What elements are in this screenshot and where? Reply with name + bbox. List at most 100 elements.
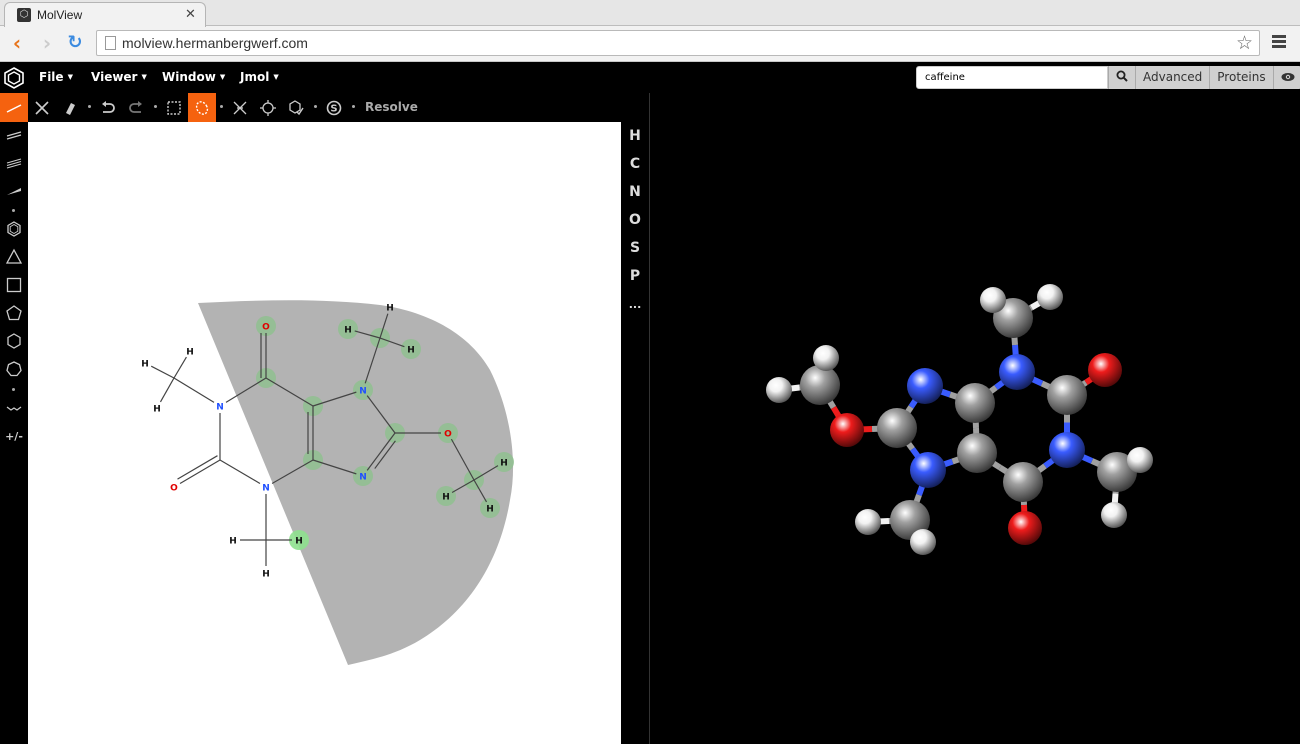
- address-bar[interactable]: molview.hermanbergwerf.com ☆: [96, 30, 1260, 56]
- triple-bond-icon: [6, 158, 22, 169]
- sketcher-toolbar: S Resolve: [0, 93, 650, 122]
- lasso-select-icon: [195, 100, 209, 115]
- svg-text:S: S: [330, 103, 337, 114]
- page-icon: [105, 36, 116, 50]
- eraser-button[interactable]: [56, 93, 84, 122]
- skeletal-formula-icon: S: [326, 100, 342, 115]
- redo-icon: [129, 100, 142, 113]
- element-n-button[interactable]: N: [621, 184, 649, 200]
- menu-jmol-label: Jmol: [240, 70, 270, 84]
- element-toolbar: H C N O S P ...: [621, 122, 649, 744]
- validate-button[interactable]: [282, 93, 310, 122]
- reload-button[interactable]: ↻: [64, 32, 86, 54]
- forward-button[interactable]: ›: [36, 32, 58, 54]
- heptagon-ring-icon: [6, 361, 22, 377]
- pentagon-ring-icon: [6, 305, 22, 321]
- wedge-bond-button[interactable]: [0, 178, 28, 204]
- element-o-button[interactable]: O: [621, 212, 649, 228]
- charge-label: +/-: [5, 429, 23, 443]
- single-bond-icon: [6, 103, 22, 113]
- resolve-button[interactable]: Resolve: [365, 100, 418, 114]
- browser-tab[interactable]: ⬡ MolView ✕: [4, 2, 206, 27]
- caret-down-icon: ▼: [219, 73, 226, 81]
- navigation-bar: ‹ › ↻ molview.hermanbergwerf.com ☆: [0, 27, 1300, 61]
- close-icon: [35, 100, 49, 115]
- triangle-ring-icon: [5, 248, 23, 264]
- rect-select-button[interactable]: [160, 93, 188, 122]
- rectangle-select-icon: [167, 100, 181, 115]
- search-input[interactable]: [916, 66, 1108, 89]
- caret-down-icon: ▼: [141, 73, 147, 81]
- element-c-button[interactable]: C: [621, 156, 649, 172]
- clean-structure-icon: [233, 101, 247, 114]
- separator-dot: [12, 209, 15, 212]
- search-bar: Advanced Proteins: [916, 66, 1300, 89]
- double-bond-icon: [6, 131, 22, 140]
- bond-tool-button[interactable]: [0, 93, 28, 122]
- element-h-button[interactable]: H: [621, 128, 649, 144]
- browser-menu-icon[interactable]: [1272, 35, 1286, 49]
- benzene-ring-icon: [7, 221, 21, 237]
- app-menubar: File▼ Viewer▼ Window▼ Jmol▼ Advanced Pro…: [0, 62, 1300, 93]
- search-button[interactable]: [1108, 66, 1135, 89]
- cyclobutane-button[interactable]: [0, 272, 28, 298]
- element-s-button[interactable]: S: [621, 240, 649, 256]
- double-bond-button[interactable]: [0, 122, 28, 148]
- redo-button[interactable]: [122, 93, 150, 122]
- separator-dot: [12, 388, 15, 391]
- separator-dot: [154, 105, 157, 108]
- hexagon-check-icon: [289, 99, 304, 115]
- menu-viewer[interactable]: Viewer ▼: [91, 70, 147, 84]
- separator-dot: [314, 105, 317, 108]
- clean-button[interactable]: [226, 93, 254, 122]
- eye-icon: [1281, 73, 1295, 81]
- periodic-table-button[interactable]: ...: [621, 298, 649, 311]
- benzene-button[interactable]: [0, 216, 28, 242]
- back-button[interactable]: ‹: [6, 32, 28, 54]
- tab-close-icon[interactable]: ✕: [185, 7, 196, 22]
- cyclopentane-button[interactable]: [0, 300, 28, 326]
- caret-down-icon: ▼: [67, 73, 73, 81]
- browser-chrome: ⬡ MolView ✕ ‹ › ↻ molview.hermanbergwerf…: [0, 0, 1300, 62]
- undo-button[interactable]: [94, 93, 122, 122]
- left-toolbar: +/-: [0, 122, 28, 744]
- view-toggle-button[interactable]: [1272, 66, 1300, 89]
- search-icon: [1116, 70, 1128, 82]
- proteins-search-button[interactable]: Proteins: [1209, 66, 1273, 89]
- menu-window-label: Window: [162, 70, 216, 84]
- clear-button[interactable]: [28, 93, 56, 122]
- separator-dot: [88, 105, 91, 108]
- separator-dot: [352, 105, 355, 108]
- sketch-canvas[interactable]: [28, 122, 621, 744]
- advanced-search-button[interactable]: Advanced: [1135, 66, 1210, 89]
- crosshair-icon: [260, 99, 276, 116]
- center-button[interactable]: [254, 93, 282, 122]
- menu-jmol[interactable]: Jmol ▼: [240, 70, 279, 84]
- chain-button[interactable]: [0, 395, 28, 421]
- charge-button[interactable]: +/-: [0, 423, 28, 449]
- tab-strip: ⬡ MolView ✕: [0, 0, 1300, 27]
- separator-dot: [220, 105, 223, 108]
- undo-icon: [102, 100, 115, 113]
- element-p-button[interactable]: P: [621, 268, 649, 284]
- bookmark-star-icon[interactable]: ☆: [1236, 32, 1253, 54]
- cyclohexane-button[interactable]: [0, 328, 28, 354]
- menu-window[interactable]: Window ▼: [162, 70, 225, 84]
- tab-title: MolView: [37, 8, 83, 22]
- wedge-bond-icon: [7, 188, 21, 195]
- molview-favicon-icon: ⬡: [17, 8, 31, 22]
- lasso-select-button[interactable]: [188, 93, 216, 122]
- menu-viewer-label: Viewer: [91, 70, 138, 84]
- hexagon-ring-icon: [7, 333, 21, 349]
- triple-bond-button[interactable]: [0, 150, 28, 176]
- 3d-viewer[interactable]: [650, 93, 1300, 744]
- eraser-icon: [66, 102, 75, 115]
- cycloheptane-button[interactable]: [0, 356, 28, 382]
- skeletal-formula-button[interactable]: S: [320, 93, 348, 122]
- molview-logo-icon[interactable]: [4, 67, 24, 89]
- menu-file[interactable]: File ▼: [39, 70, 73, 84]
- square-ring-icon: [6, 277, 22, 293]
- url-text[interactable]: molview.hermanbergwerf.com: [122, 35, 308, 51]
- chain-icon: [6, 406, 22, 411]
- cyclopropane-button[interactable]: [0, 244, 28, 270]
